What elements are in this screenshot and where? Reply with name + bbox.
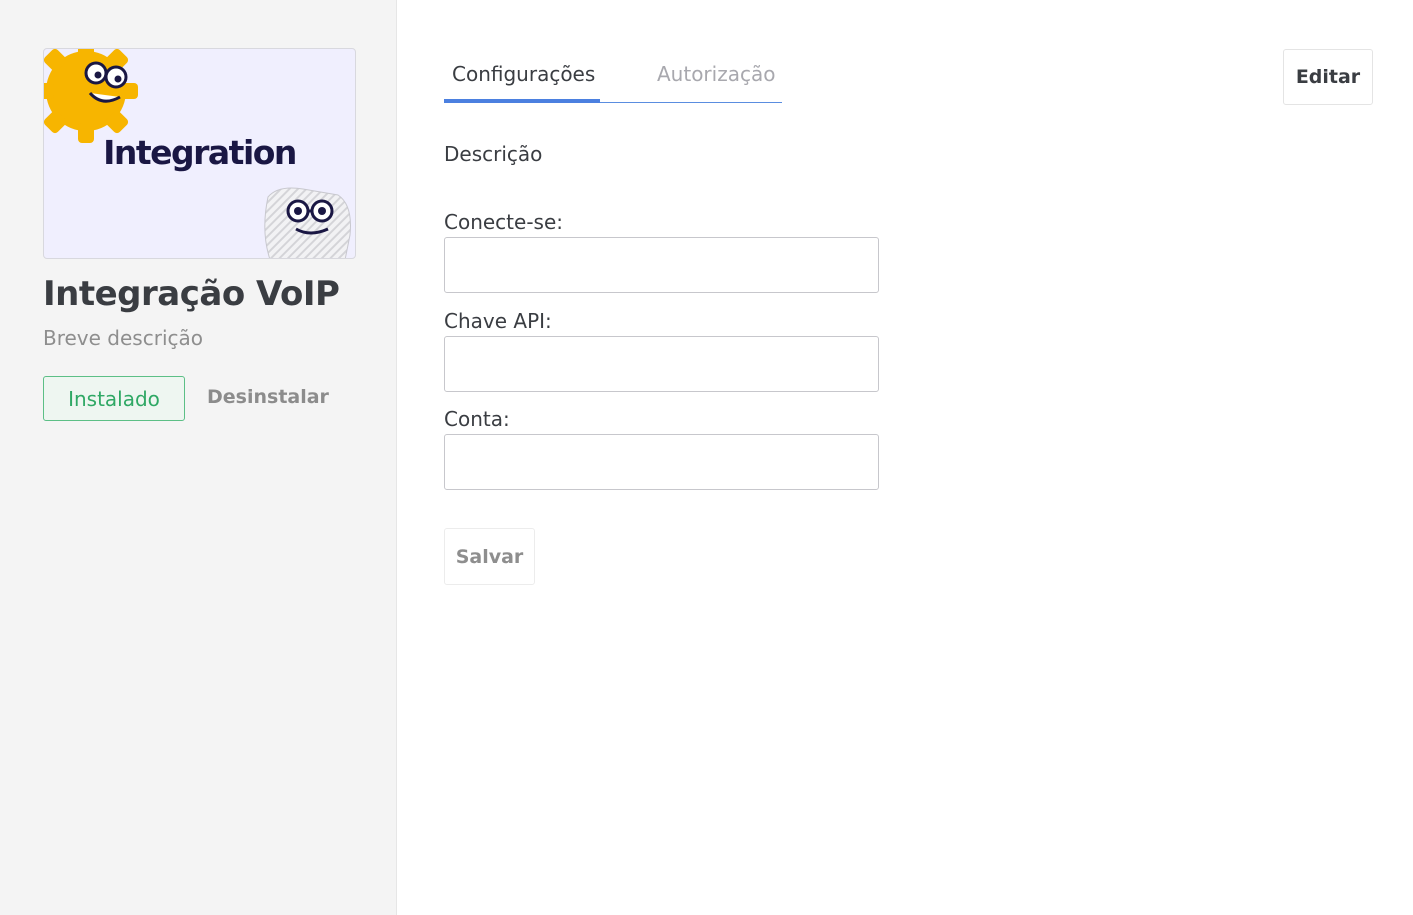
- sidebar: Integration Integração VoIP Breve descri…: [0, 0, 397, 915]
- connect-input[interactable]: [444, 237, 879, 293]
- api-key-input[interactable]: [444, 336, 879, 392]
- integration-banner: Integration: [43, 48, 356, 259]
- api-key-label: Chave API:: [444, 309, 552, 333]
- banner-title: Integration: [103, 133, 297, 172]
- connect-label: Conecte-se:: [444, 210, 564, 234]
- tab-bar: Configurações Autorização: [444, 52, 782, 103]
- app-title: Integração VoIP: [43, 274, 340, 314]
- installed-button[interactable]: Instalado: [43, 376, 185, 421]
- uninstall-button[interactable]: Desinstalar: [207, 386, 329, 408]
- save-button[interactable]: Salvar: [444, 528, 535, 585]
- account-label: Conta:: [444, 407, 510, 431]
- edit-button[interactable]: Editar: [1283, 49, 1373, 105]
- tab-autorizacao[interactable]: Autorização: [657, 62, 775, 86]
- description-heading: Descrição: [444, 142, 543, 166]
- account-input[interactable]: [444, 434, 879, 490]
- tab-configuracoes[interactable]: Configurações: [452, 62, 595, 86]
- app-root: Integration Integração VoIP Breve descri…: [0, 0, 1413, 915]
- app-description: Breve descrição: [43, 326, 203, 350]
- paper-mascot-icon: [264, 187, 351, 258]
- active-tab-indicator: [444, 99, 600, 103]
